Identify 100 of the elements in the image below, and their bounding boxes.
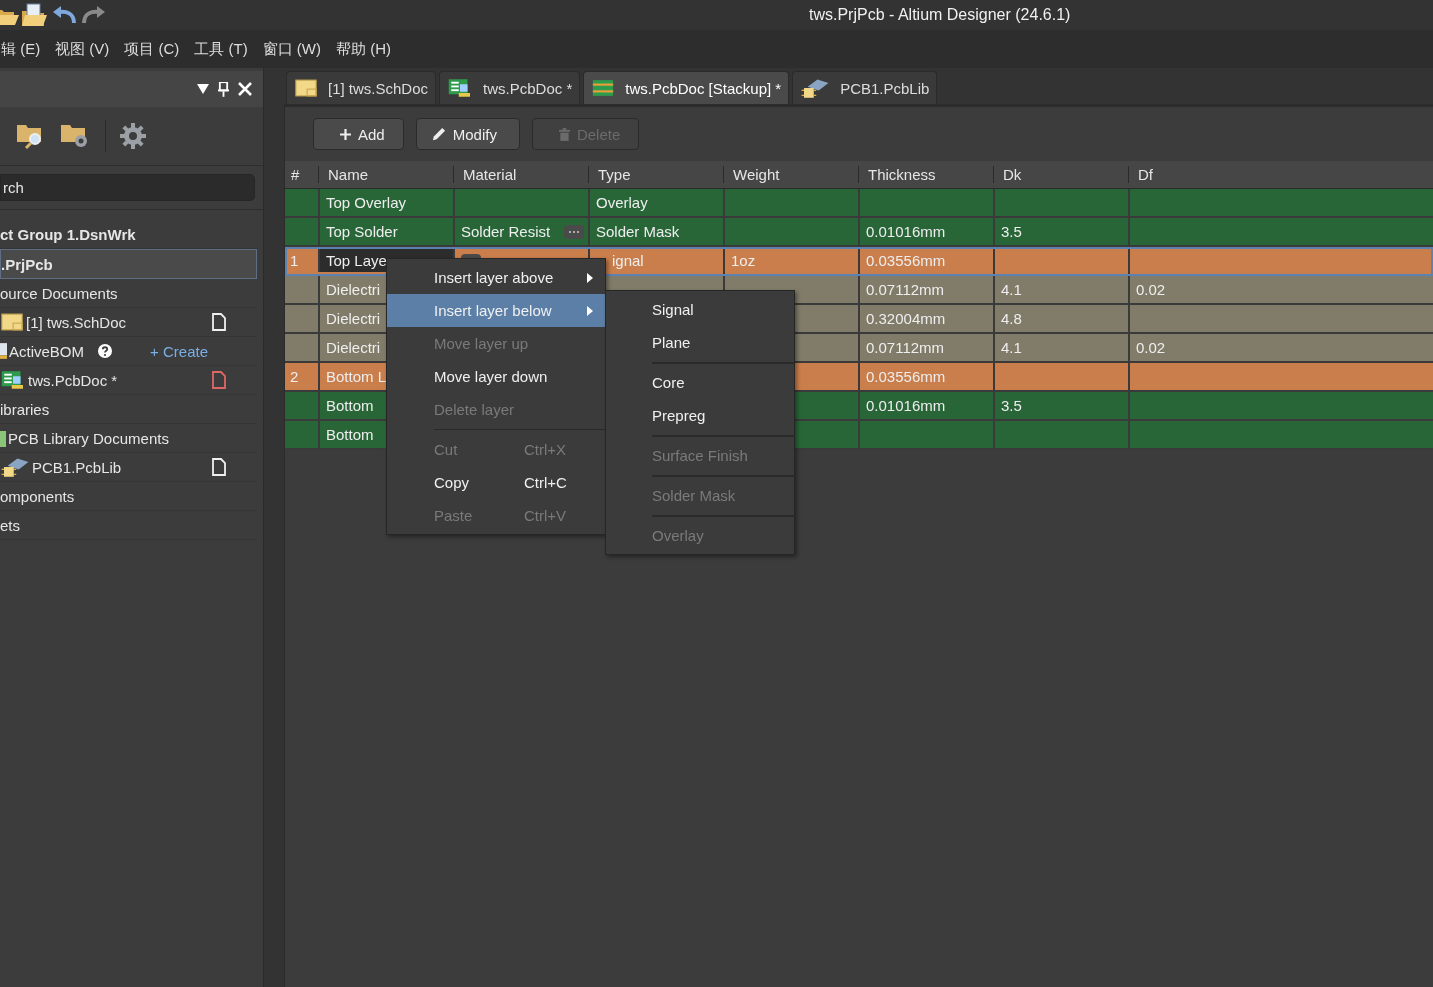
table-cell: 3.5 <box>1001 223 1022 240</box>
undo-icon[interactable] <box>52 5 78 25</box>
menu-item[interactable]: 辑 (E) <box>1 39 41 59</box>
table-cell: Dielectri <box>326 310 381 327</box>
table-cell: 0.02 <box>1136 281 1166 298</box>
schematic-icon <box>0 313 24 331</box>
document-list-icon <box>0 341 7 361</box>
table-row[interactable]: Top Solder Solder Resist Solder Mask 0.01016mm 3.5 <box>285 218 1433 247</box>
table-cell: 4.1 <box>1001 339 1022 356</box>
tree-item[interactable]: tws.PcbDoc * <box>0 366 257 395</box>
tree-item-label: .PrjPcb <box>1 255 53 273</box>
table-cell: Dielectri <box>326 339 381 356</box>
tree-item-label: tws.PcbDoc * <box>28 371 118 389</box>
tab-label: [1] tws.SchDoc <box>328 79 429 97</box>
table-cell: 1oz <box>731 252 756 269</box>
column-header[interactable]: Name <box>318 166 453 183</box>
add-button[interactable]: Add <box>313 118 404 150</box>
tab-label: PCB1.PcbLib <box>840 79 930 97</box>
redo-icon[interactable] <box>80 5 106 25</box>
menu-item[interactable]: 窗口 (W) <box>262 39 321 59</box>
window-title: tws.PrjPcb - Altium Designer (24.6.1) <box>809 6 1071 24</box>
search-field[interactable]: rch <box>0 174 255 201</box>
tree-item[interactable]: ActiveBOM + Create <box>0 337 257 366</box>
circuit-board-icon <box>0 370 26 390</box>
table-cell: 1 <box>290 252 299 269</box>
create-link[interactable]: + Create <box>150 342 208 360</box>
table-cell: ignal <box>612 252 644 269</box>
table-cell: Top Solder <box>326 223 398 240</box>
table-cell: Solder Resist <box>461 223 551 240</box>
table-cell: 4.8 <box>1001 310 1022 327</box>
more-button[interactable] <box>564 224 584 239</box>
table-cell: Dielectri <box>326 281 381 298</box>
tree-item[interactable]: .PrjPcb <box>0 249 257 279</box>
document-folder-icon[interactable] <box>22 3 50 27</box>
table-cell: 0.07112mm <box>866 339 945 356</box>
table-cell: Top Overlay <box>326 194 407 211</box>
document-tab[interactable]: PCB1.PcbLib <box>792 71 938 104</box>
column-header[interactable]: Thickness <box>858 166 993 183</box>
tree-item[interactable]: ets <box>0 511 257 540</box>
trash-icon <box>558 127 570 141</box>
layer-stack-icon <box>591 79 616 97</box>
help-icon[interactable] <box>98 344 112 358</box>
schematic-icon <box>294 79 318 97</box>
tab-label: tws.PcbDoc [Stackup] * <box>625 79 782 97</box>
tree-item[interactable]: [1] tws.SchDoc <box>0 308 257 337</box>
table-row[interactable]: Top Overlay Overlay <box>285 189 1433 218</box>
chip-icon <box>800 77 831 99</box>
table-cell: 0.01016mm <box>866 397 946 414</box>
tree-item[interactable]: ibraries <box>0 395 257 424</box>
tree-item-label: PCB1.PcbLib <box>32 458 122 476</box>
table-cell: Bottom <box>326 426 374 443</box>
table-cell: 0.07112mm <box>866 281 945 298</box>
tree-item[interactable]: omponents <box>0 482 257 511</box>
pencil-icon <box>430 126 446 142</box>
tree-item[interactable]: PCB Library Documents <box>0 424 257 453</box>
tree-item[interactable]: PCB1.PcbLib <box>0 453 257 482</box>
table-cell: 3.5 <box>1001 397 1022 414</box>
document-tab[interactable]: [1] tws.SchDoc <box>286 71 437 104</box>
table-cell: Solder Mask <box>596 223 680 240</box>
folder-icon <box>0 428 6 448</box>
menu-item[interactable]: 视图 (V) <box>55 39 110 59</box>
menu-item[interactable]: Insert layer below <box>387 294 605 327</box>
table-cell: 0.03556mm <box>866 252 946 269</box>
table-cell: 4.1 <box>1001 281 1022 298</box>
menu-item[interactable]: 工具 (T) <box>194 39 248 59</box>
column-header[interactable]: Df <box>1128 166 1263 183</box>
column-header[interactable]: Weight <box>723 166 858 183</box>
tree-item-label: ource Documents <box>0 284 118 302</box>
tree-item-label: ActiveBOM <box>9 342 84 360</box>
tree-item-label: PCB Library Documents <box>8 429 169 447</box>
menu-item[interactable]: 项目 (C) <box>124 39 180 59</box>
menu-item[interactable]: Move layer down <box>387 360 605 393</box>
tree-item-label: omponents <box>0 487 75 505</box>
pin-icon[interactable] <box>218 81 229 97</box>
table-cell: Top Laye <box>326 252 387 269</box>
table-cell: 2 <box>290 368 299 385</box>
chip-icon <box>0 456 30 478</box>
column-header[interactable]: Material <box>453 166 588 183</box>
table-cell: Bottom L <box>326 368 387 385</box>
menu-item[interactable]: Copy Ctrl+C <box>387 466 605 499</box>
table-cell: Overlay <box>596 194 648 211</box>
tree-item-label: ets <box>0 516 20 534</box>
document-tab[interactable]: tws.PcbDoc [Stackup] * <box>583 71 790 104</box>
table-cell: 0.01016mm <box>866 223 946 240</box>
tree-item-label: ct Group 1.DsnWrk <box>0 225 136 243</box>
modify-button[interactable]: Modify <box>415 118 520 150</box>
column-header[interactable]: # <box>285 166 318 183</box>
close-icon[interactable] <box>238 82 252 96</box>
column-header[interactable]: Type <box>588 166 723 183</box>
menu-item[interactable]: 帮助 (H) <box>336 39 391 59</box>
column-header[interactable]: Dk <box>993 166 1128 183</box>
tree-item-label: ibraries <box>0 400 50 418</box>
document-tab[interactable]: tws.PcbDoc * <box>439 71 581 104</box>
dropdown-icon[interactable] <box>197 84 209 94</box>
table-cell: 0.32004mm <box>866 310 946 327</box>
table-cell: Bottom <box>326 397 374 414</box>
tab-label: tws.PcbDoc * <box>483 79 573 97</box>
plus-icon <box>340 128 351 140</box>
tree-item-label: [1] tws.SchDoc <box>26 313 127 331</box>
tree-item[interactable]: ource Documents <box>0 279 257 308</box>
